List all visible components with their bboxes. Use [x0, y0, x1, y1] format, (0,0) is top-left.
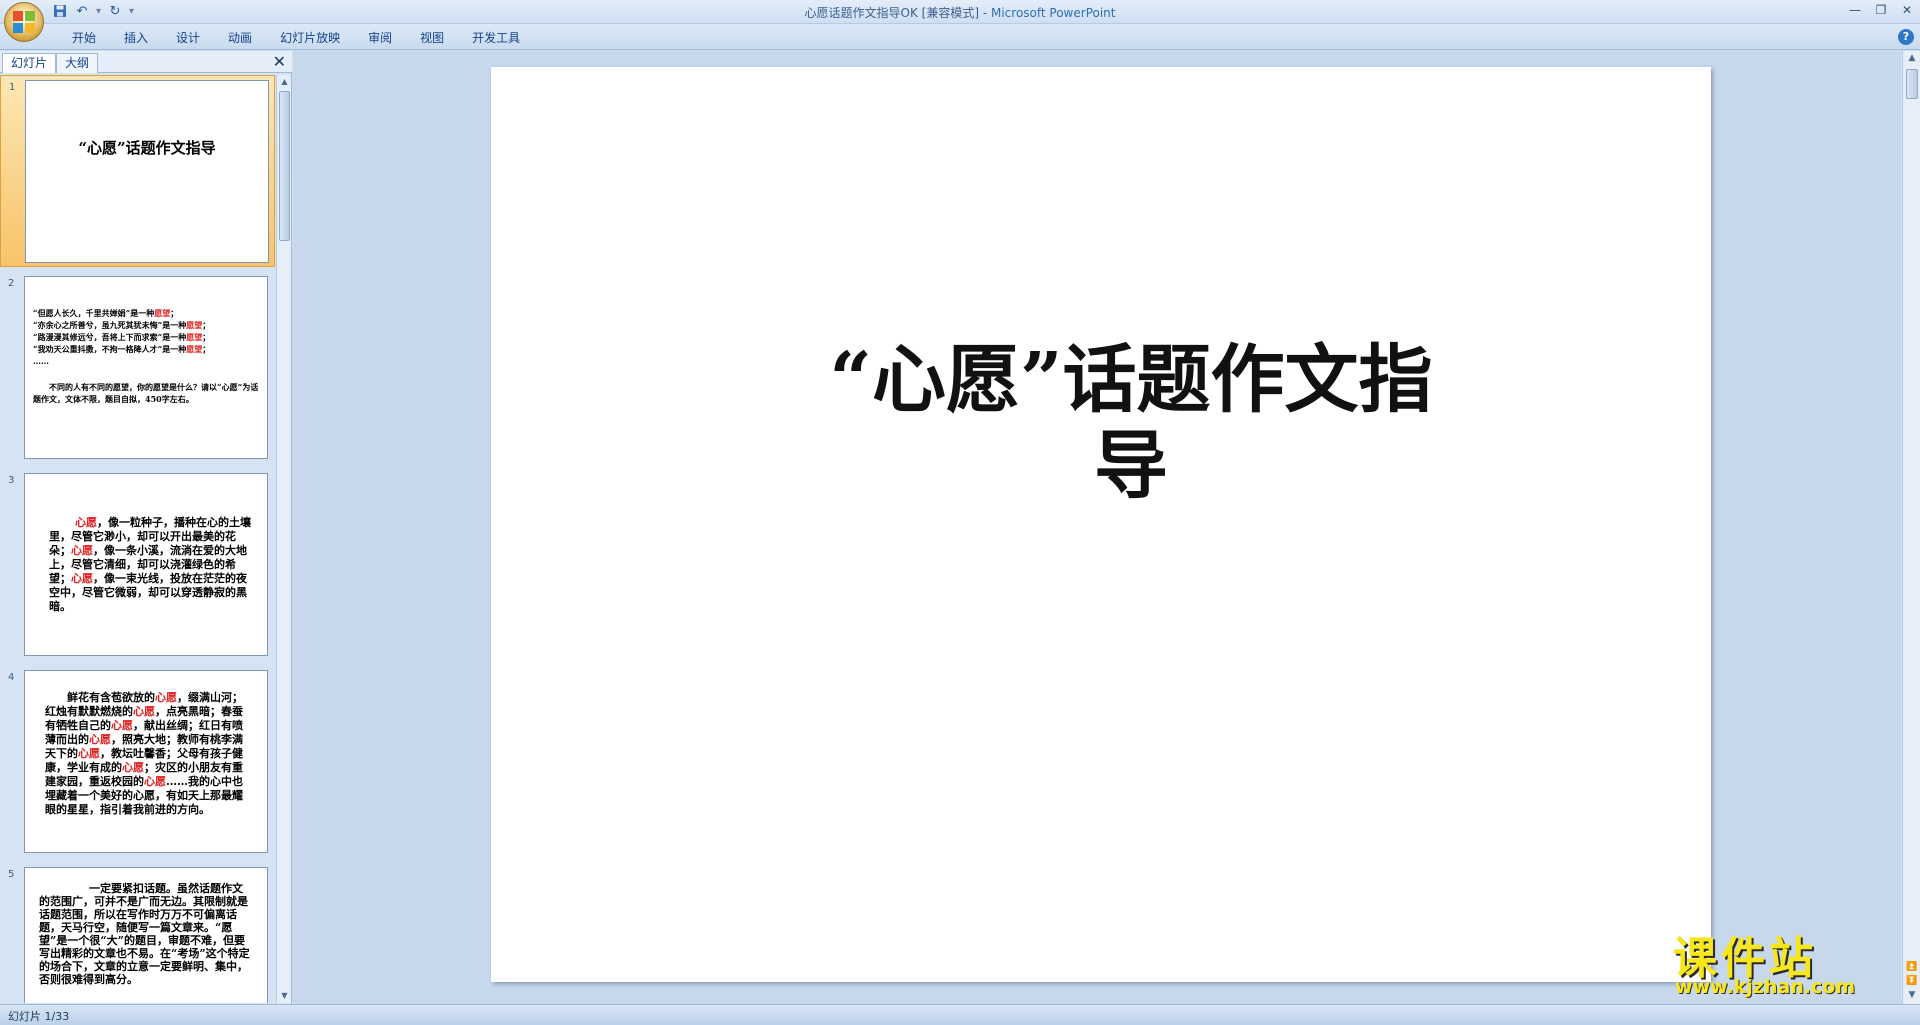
thumbnail-body: 心愿，像一粒种子，播种在心的土壤里，尽管它渺小，却可以开出最美的花朵；心愿，像一… — [49, 516, 251, 613]
thumbnail-body: 一定要紧扣话题。虽然话题作文的范围广，可并不是广而无边。其限制就是话题范围，所以… — [39, 882, 250, 986]
watermark: 课件站 www.kjzhan.com — [1665, 922, 1897, 1004]
thumbnail-canvas[interactable]: 一定要紧扣话题。虽然话题作文的范围广，可并不是广而无边。其限制就是话题范围，所以… — [24, 867, 268, 1003]
slide-scrollbar[interactable]: ▲ ⏫ ⏬ ▼ — [1902, 51, 1920, 1004]
quote-line: “但愿人长久，千里共婵娟”是一种愿望； — [33, 308, 179, 318]
office-logo-icon — [13, 11, 35, 33]
tab-animations[interactable]: 动画 — [214, 29, 266, 47]
close-pane-icon[interactable]: ✕ — [273, 53, 286, 71]
tab-review[interactable]: 审阅 — [354, 29, 406, 47]
tab-home[interactable]: 开始 — [58, 29, 110, 47]
thumbnail-slide-4[interactable]: 4 鲜花有含苞欲放的心愿，缀满山河；红烛有默默燃烧的心愿，点亮黑暗；春蚕有牺牲自… — [0, 666, 275, 858]
thumbnail-number: 2 — [8, 278, 15, 289]
scroll-down-icon[interactable]: ▼ — [1903, 988, 1920, 1002]
tab-insert[interactable]: 插入 — [110, 29, 162, 47]
thumbnail-slide-5[interactable]: 5 一定要紧扣话题。虽然话题作文的范围广，可并不是广而无边。其限制就是话题范围，… — [0, 863, 275, 1003]
window-title: 心愿话题作文指导OK [兼容模式] - Microsoft PowerPoint — [0, 4, 1920, 21]
thumbnail-slide-1[interactable]: 1 “心愿”话题作文指导 — [0, 75, 275, 267]
thumbnail-canvas[interactable]: 心愿，像一粒种子，播种在心的土壤里，尽管它渺小，却可以开出最美的花朵；心愿，像一… — [24, 473, 268, 656]
thumbnail-canvas[interactable]: “心愿”话题作文指导 — [25, 80, 269, 263]
ribbon-tabs: 开始 插入 设计 动画 幻灯片放映 审阅 视图 开发工具 — [58, 29, 534, 47]
tab-design[interactable]: 设计 — [162, 29, 214, 47]
thumbnail-slide-2[interactable]: 2 “但愿人长久，千里共婵娟”是一种愿望； “亦余心之所善兮，虽九死其犹未悔”是… — [0, 272, 275, 464]
slide-thumbnails: 1 “心愿”话题作文指导 2 “但愿人长久，千里共婵娟”是一种愿望； “亦余心之… — [0, 75, 275, 1003]
help-icon[interactable]: ? — [1898, 29, 1914, 45]
thumbnail-number: 5 — [8, 869, 15, 880]
title-separator: - — [979, 6, 991, 20]
scrollbar-thumb[interactable] — [1906, 69, 1918, 99]
thumbnail-canvas[interactable]: “但愿人长久，千里共婵娟”是一种愿望； “亦余心之所善兮，虽九死其犹未悔”是一种… — [24, 276, 268, 459]
tab-view[interactable]: 视图 — [406, 29, 458, 47]
slide-title[interactable]: “心愿”话题作文指 导 — [791, 337, 1471, 509]
thumbnail-slide-3[interactable]: 3 心愿，像一粒种子，播种在心的土壤里，尽管它渺小，却可以开出最美的花朵；心愿，… — [0, 469, 275, 661]
watermark-url: www.kjzhan.com — [1675, 976, 1856, 998]
slide-editing-area: “心愿”话题作文指 导 — [293, 51, 1901, 1004]
thumbnail-body: 鲜花有含苞欲放的心愿，缀满山河；红烛有默默燃烧的心愿，点亮黑暗；春蚕有牺牲自己的… — [45, 691, 243, 816]
scroll-down-icon[interactable]: ▼ — [277, 989, 292, 1003]
thumbnail-number: 1 — [9, 82, 16, 93]
slide-title-line-2: 导 — [1094, 423, 1168, 509]
quote-line: “路漫漫其修远兮，吾将上下而求索”是一种愿望； — [33, 332, 211, 342]
window-controls: — ❐ ✕ — [1842, 0, 1920, 20]
slide-counter: 幻灯片 1/33 — [8, 1010, 70, 1023]
title-bar: ↶ ▾ ↻ ▾ 心愿话题作文指导OK [兼容模式] - Microsoft Po… — [0, 0, 1920, 42]
tab-outline[interactable]: 大纲 — [56, 53, 99, 73]
tab-developer[interactable]: 开发工具 — [458, 29, 534, 47]
minimize-button[interactable]: — — [1842, 0, 1868, 20]
quote-line: “我劝天公重抖擞，不拘一格降人才”是一种愿望； — [33, 344, 211, 354]
thumbnail-canvas[interactable]: 鲜花有含苞欲放的心愿，缀满山河；红烛有默默燃烧的心愿，点亮黑暗；春蚕有牺牲自己的… — [24, 670, 268, 853]
close-window-button[interactable]: ✕ — [1894, 0, 1920, 20]
ribbon: 开始 插入 设计 动画 幻灯片放映 审阅 视图 开发工具 ? — [0, 24, 1920, 50]
previous-slide-icon[interactable]: ⏫ — [1903, 960, 1920, 974]
status-bar: 幻灯片 1/33 — [0, 1004, 1920, 1025]
document-name: 心愿话题作文指导OK [兼容模式] — [804, 6, 980, 20]
thumbnail-number: 4 — [8, 672, 15, 683]
thumbnail-paragraph: 不同的人有不同的愿望，你的愿望是什么？请以“心愿”为话题作文，文体不限，题目自拟… — [33, 382, 259, 404]
office-button[interactable] — [4, 2, 44, 42]
pane-tabs: 幻灯片 大纲 ✕ — [0, 51, 292, 73]
next-slide-icon[interactable]: ⏬ — [1903, 974, 1920, 988]
scroll-up-icon[interactable]: ▲ — [1903, 51, 1920, 65]
scroll-up-icon[interactable]: ▲ — [277, 75, 292, 89]
tab-slideshow[interactable]: 幻灯片放映 — [266, 29, 354, 47]
app-name: Microsoft PowerPoint — [990, 6, 1116, 20]
thumbnails-scrollbar[interactable]: ▲ ▼ — [276, 75, 291, 1003]
quote-line: “亦余心之所善兮，虽九死其犹未悔”是一种愿望； — [33, 320, 211, 330]
scrollbar-thumb[interactable] — [279, 91, 290, 241]
current-slide[interactable]: “心愿”话题作文指 导 — [491, 67, 1711, 982]
slide-title-line-1: “心愿”话题作文指 — [829, 337, 1433, 423]
slides-pane: 幻灯片 大纲 ✕ 1 “心愿”话题作文指导 2 “但愿人长久，千里共婵娟”是一种… — [0, 51, 292, 1004]
thumbnail-number: 3 — [8, 475, 15, 486]
quote-line: …… — [33, 356, 49, 366]
tab-slides[interactable]: 幻灯片 — [2, 53, 57, 73]
thumbnail-quotes: “但愿人长久，千里共婵娟”是一种愿望； “亦余心之所善兮，虽九死其犹未悔”是一种… — [33, 307, 259, 367]
restore-button[interactable]: ❐ — [1868, 0, 1894, 20]
thumbnail-title: “心愿”话题作文指导 — [78, 139, 216, 157]
